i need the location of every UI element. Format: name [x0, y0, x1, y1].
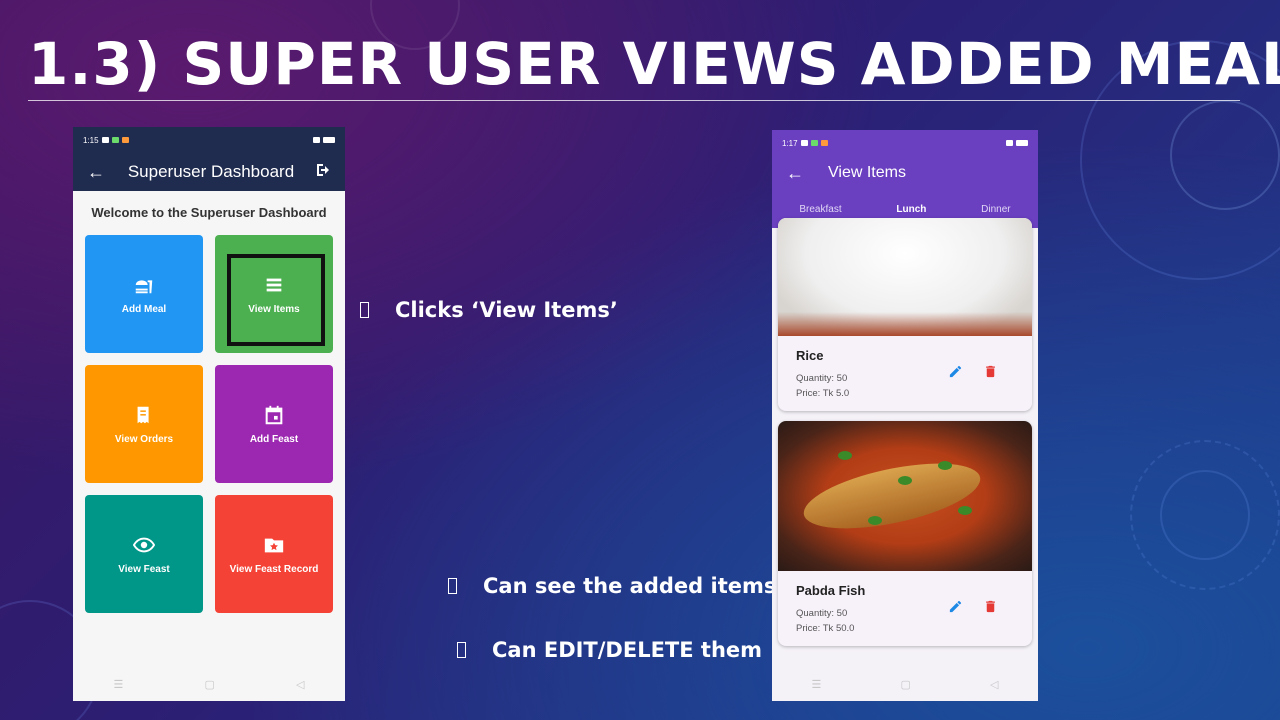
view-items-title: View Items — [828, 164, 906, 181]
view-items-screenshot: 1:17 ← View Items Breakfast Lunch Dinner… — [772, 130, 1038, 701]
eye-icon — [133, 537, 155, 552]
view-feast-record-tile[interactable]: View Feast Record — [215, 495, 333, 613]
battery-icon — [1016, 140, 1028, 146]
view-items-tile[interactable]: View Items — [215, 235, 333, 353]
home-icon[interactable]: ▢ — [900, 678, 910, 691]
item-price: Price: Tk 50.0 — [796, 623, 855, 634]
android-nav-bar: ☰ ▢ ◁ — [772, 667, 1038, 701]
item-card-pabda-fish: Pabda Fish Quantity: 50 Price: Tk 50.0 — [778, 421, 1032, 646]
tile-label: View Feast Record — [229, 563, 319, 575]
pabda-fish-image — [778, 421, 1032, 571]
fastfood-icon — [135, 276, 153, 293]
item-price: Price: Tk 5.0 — [796, 388, 850, 399]
edit-icon[interactable] — [948, 599, 963, 614]
add-meal-tile[interactable]: Add Meal — [85, 235, 203, 353]
menu-icon[interactable]: ☰ — [114, 678, 124, 691]
back-arrow-icon[interactable]: ← — [87, 162, 107, 183]
tile-label: Add Meal — [121, 303, 167, 315]
back-triangle-icon[interactable]: ◁ — [296, 678, 304, 691]
delete-icon[interactable] — [983, 599, 998, 614]
bullet-marker — [448, 578, 457, 594]
app-notification-icon — [810, 140, 818, 146]
welcome-heading: Welcome to the Superuser Dashboard — [91, 205, 327, 220]
rice-image — [778, 218, 1032, 336]
home-icon[interactable]: ▢ — [204, 678, 214, 691]
battery-icon — [323, 137, 335, 143]
bullet-marker — [457, 642, 466, 658]
view-feast-tile[interactable]: View Feast — [85, 495, 203, 613]
back-arrow-icon[interactable]: ← — [786, 163, 806, 184]
dashboard-tile-grid: Add Meal View Items View Orders Add Feas… — [73, 235, 345, 613]
android-nav-bar: ☰ ▢ ◁ — [73, 667, 345, 701]
signal-icon — [313, 137, 320, 143]
signal-icon — [1006, 140, 1013, 146]
edit-icon[interactable] — [948, 364, 963, 379]
notification-icon — [101, 137, 109, 143]
app-notification-icon — [121, 137, 129, 143]
delete-icon[interactable] — [983, 364, 998, 379]
menu-icon[interactable]: ☰ — [812, 678, 822, 691]
status-time: 1:15 — [83, 135, 99, 145]
app-notification-icon — [111, 137, 119, 143]
calendar-icon — [265, 405, 283, 424]
view-orders-tile[interactable]: View Orders — [85, 365, 203, 483]
slide-title: 1.3) SUPER USER VIEWS ADDED MEALS — [28, 30, 1280, 98]
bullet-edit-delete: Can EDIT/DELETE them — [457, 638, 762, 662]
title-underline — [28, 100, 1240, 101]
item-card-rice: Rice Quantity: 50 Price: Tk 5.0 — [778, 218, 1032, 411]
add-feast-tile[interactable]: Add Feast — [215, 365, 333, 483]
bullet-text: Clicks ‘View Items’ — [395, 298, 618, 322]
view-items-app-bar: ← View Items — [772, 156, 1038, 190]
dashboard-app-bar: ← Superuser Dashboard — [73, 153, 345, 191]
item-name: Pabda Fish — [796, 583, 866, 598]
folder-star-icon — [264, 538, 284, 552]
dashboard-screenshot: 1:15 ← Superuser Dashboard Welcome to th… — [73, 127, 345, 701]
bullet-text: Can EDIT/DELETE them — [492, 638, 763, 662]
tile-label: Add Feast — [249, 433, 299, 445]
notification-icon — [800, 140, 808, 146]
bullet-text: Can see the added items — [483, 574, 777, 598]
tile-label: View Feast — [118, 563, 170, 575]
dashboard-title: Superuser Dashboard — [127, 162, 295, 181]
receipt-icon — [137, 406, 149, 423]
status-time: 1:17 — [782, 138, 798, 148]
status-bar: 1:15 — [73, 127, 345, 153]
app-notification-icon — [820, 140, 828, 146]
item-name: Rice — [796, 348, 824, 363]
logout-icon[interactable] — [315, 162, 331, 183]
tile-label: View Items — [248, 303, 300, 315]
decorative-ring — [1160, 470, 1250, 560]
back-triangle-icon[interactable]: ◁ — [990, 678, 998, 691]
list-icon — [266, 278, 282, 291]
status-bar: 1:17 — [772, 130, 1038, 156]
bullet-clicks-view-items: Clicks ‘View Items’ — [360, 298, 618, 322]
tile-label: View Orders — [114, 433, 174, 445]
bullet-marker — [360, 302, 369, 318]
decorative-ring — [1170, 100, 1280, 210]
bullet-can-see-items: Can see the added items — [448, 574, 776, 598]
